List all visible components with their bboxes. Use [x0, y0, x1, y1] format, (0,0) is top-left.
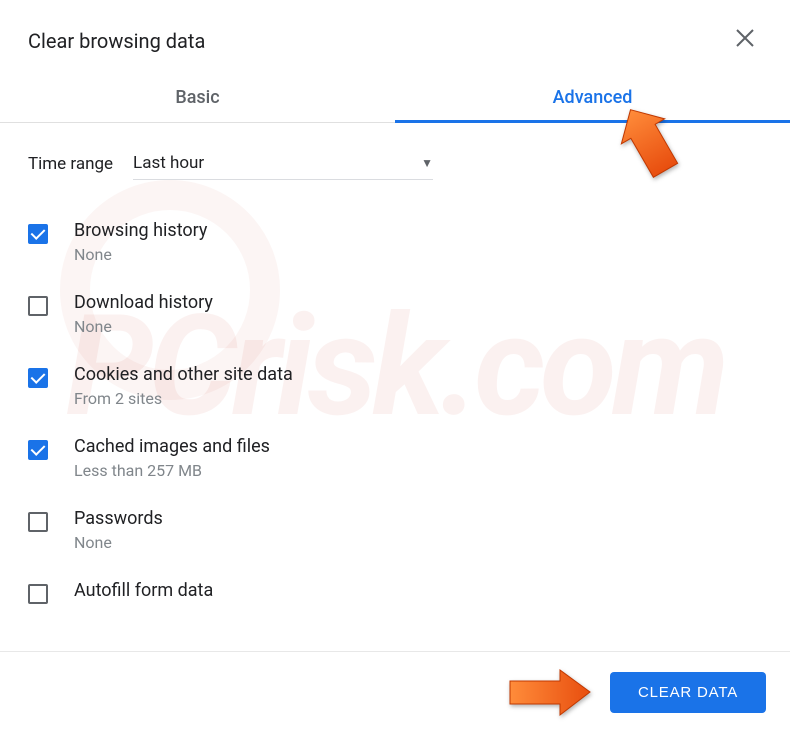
option-subtitle: From 2 sites [74, 389, 293, 408]
option-title: Download history [74, 292, 213, 313]
option-text: Cookies and other site data From 2 sites [74, 364, 293, 408]
checkbox-cached[interactable] [28, 440, 48, 460]
time-range-label: Time range [28, 154, 113, 174]
option-title: Cached images and files [74, 436, 270, 457]
option-text: Browsing history None [74, 220, 207, 264]
dialog-footer: CANCEL CLEAR DATA [0, 651, 790, 733]
tabs: Basic Advanced [0, 73, 790, 123]
content-wrapper: Time range Last hour ▼ Browsing history … [0, 123, 790, 651]
dialog-content[interactable]: Time range Last hour ▼ Browsing history … [0, 123, 790, 651]
option-title: Autofill form data [74, 580, 213, 601]
option-text: Passwords None [74, 508, 163, 552]
checkbox-cookies[interactable] [28, 368, 48, 388]
option-cookies: Cookies and other site data From 2 sites [28, 364, 790, 408]
chevron-down-icon: ▼ [421, 156, 433, 170]
option-download-history: Download history None [28, 292, 790, 336]
option-subtitle: None [74, 317, 213, 336]
checkbox-passwords[interactable] [28, 512, 48, 532]
option-subtitle: None [74, 533, 163, 552]
close-button[interactable] [728, 24, 762, 57]
option-title: Browsing history [74, 220, 207, 241]
option-autofill: Autofill form data [28, 580, 790, 605]
cancel-button[interactable]: CANCEL [494, 674, 594, 712]
dialog-title: Clear browsing data [28, 29, 205, 53]
clear-browsing-data-dialog: PCrisk.com Clear browsing data Basic Adv… [0, 0, 790, 733]
checkbox-download-history[interactable] [28, 296, 48, 316]
option-text: Download history None [74, 292, 213, 336]
tab-basic[interactable]: Basic [0, 73, 395, 122]
option-title: Cookies and other site data [74, 364, 293, 385]
time-range-row: Time range Last hour ▼ [28, 147, 790, 180]
option-subtitle: Less than 257 MB [74, 461, 270, 480]
close-icon [736, 29, 754, 47]
time-range-value: Last hour [133, 153, 204, 173]
option-cached: Cached images and files Less than 257 MB [28, 436, 790, 480]
clear-data-button[interactable]: CLEAR DATA [610, 672, 766, 713]
option-subtitle: None [74, 245, 207, 264]
option-title: Passwords [74, 508, 163, 529]
time-range-select[interactable]: Last hour ▼ [133, 147, 433, 180]
option-text: Autofill form data [74, 580, 213, 605]
tab-advanced[interactable]: Advanced [395, 73, 790, 122]
dialog-header: Clear browsing data [0, 0, 790, 73]
option-text: Cached images and files Less than 257 MB [74, 436, 270, 480]
checkbox-autofill[interactable] [28, 584, 48, 604]
checkbox-browsing-history[interactable] [28, 224, 48, 244]
option-browsing-history: Browsing history None [28, 220, 790, 264]
option-passwords: Passwords None [28, 508, 790, 552]
